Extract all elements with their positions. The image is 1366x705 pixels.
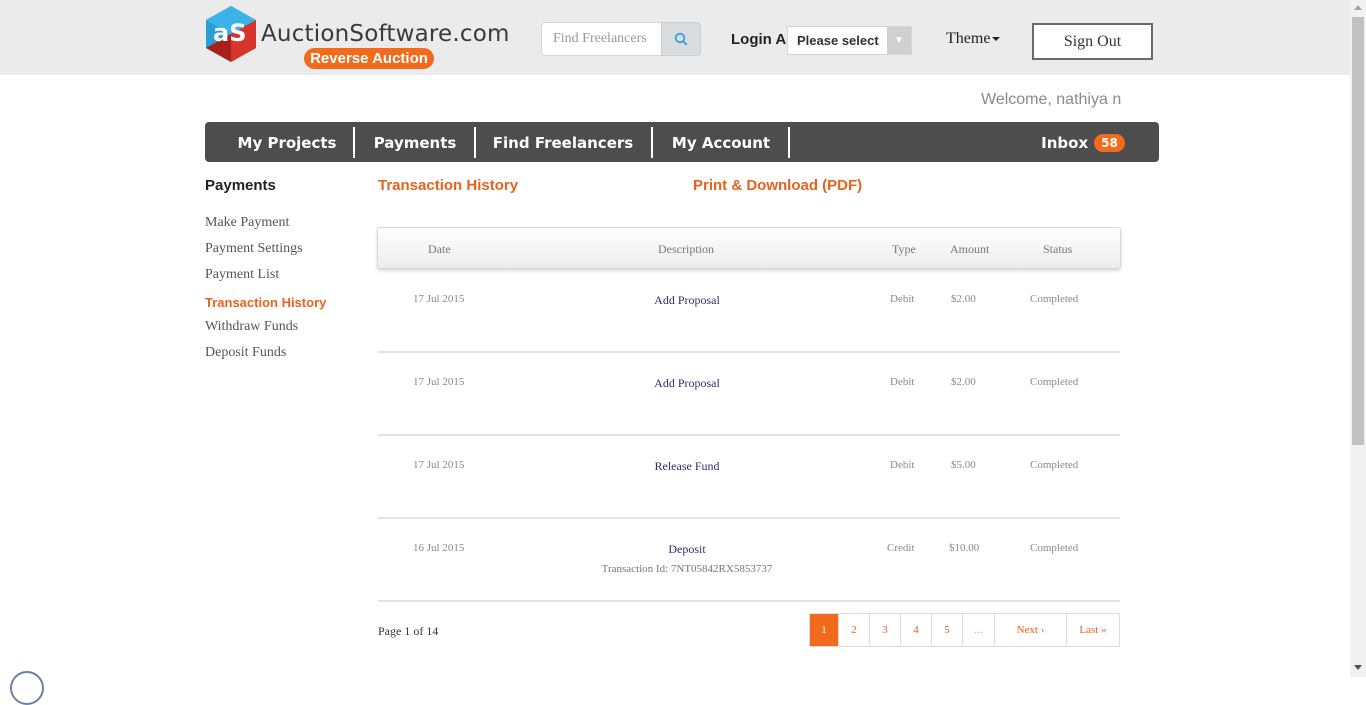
theme-label: Theme [946,30,991,47]
row-transaction-id: Transaction Id: 7NT05842RX5853737 [601,563,773,575]
column-header-date: Date [428,242,451,256]
row-type: Debit [890,459,915,471]
sidebar-title: Payments [205,177,276,194]
nav-divider [788,127,790,158]
row-status: Completed [1030,376,1079,388]
chat-widget-icon[interactable] [10,671,44,705]
column-header-amount: Amount [950,242,990,256]
scroll-down-arrow-icon[interactable] [1354,665,1362,670]
nav-inbox[interactable]: Inbox 58 [1033,122,1133,162]
logo-mark-icon: aS [206,6,256,62]
nav-my-projects[interactable]: My Projects [227,122,347,162]
table-row: 17 Jul 2015 Release Fund Debit $5.00 Com… [378,436,1120,519]
column-header-description: Description [658,242,714,256]
pagination: 1 2 3 4 5 ... Next › Last » [809,613,1120,647]
sidebar-item-transaction-history[interactable]: Transaction History [205,295,326,310]
logo-badge: Reverse Auction [304,48,434,69]
svg-text:aS: aS [213,19,246,47]
inbox-count-badge: 58 [1094,134,1125,152]
site-logo[interactable]: aS AuctionSoftware.com Reverse Auction [205,5,515,69]
row-amount: $2.00 [951,376,976,388]
chevron-down-icon: ▼ [887,27,911,54]
caret-down-icon [992,37,1001,42]
column-header-status: Status [1043,242,1073,256]
sign-out-button[interactable]: Sign Out [1032,23,1153,60]
row-status: Completed [1030,542,1079,554]
row-type: Debit [890,293,915,305]
next-page-button[interactable]: Next › [994,614,1066,646]
login-select-value: Please select [797,33,879,48]
search-button[interactable] [661,22,701,56]
sidebar-item-make-payment[interactable]: Make Payment [205,215,289,231]
search-input[interactable] [541,22,661,56]
scrollbar-thumb[interactable] [1352,17,1364,445]
page-info: Page 1 of 14 [378,624,439,638]
top-bar: aS AuctionSoftware.com Reverse Auction L… [0,0,1350,75]
page-1-button[interactable]: 1 [810,614,838,646]
table-row: 17 Jul 2015 Add Proposal Debit $2.00 Com… [378,353,1120,436]
vertical-scrollbar[interactable] [1350,0,1366,677]
row-amount: $5.00 [951,459,976,471]
pagination-ellipsis: ... [962,614,994,646]
sidebar-item-withdraw-funds[interactable]: Withdraw Funds [205,319,298,335]
row-amount: $2.00 [951,293,976,305]
logo-text: AuctionSoftware.com [261,21,510,47]
nav-find-freelancers[interactable]: Find Freelancers [487,122,639,162]
main-nav: My Projects Payments Find Freelancers My… [205,122,1159,162]
search-box [541,22,701,56]
login-as-label: Login As [731,31,795,48]
sidebar-item-payment-settings[interactable]: Payment Settings [205,241,303,257]
row-status: Completed [1030,459,1079,471]
nav-divider [474,127,476,158]
page-5-button[interactable]: 5 [931,614,962,646]
inbox-label: Inbox [1041,134,1089,152]
search-icon [674,32,688,46]
welcome-text: Welcome, nathiya n [981,91,1122,108]
nav-divider [651,127,653,158]
sidebar-item-deposit-funds[interactable]: Deposit Funds [205,345,286,361]
column-header-type: Type [892,242,916,256]
scroll-up-arrow-icon[interactable] [1354,5,1362,10]
row-type: Credit [887,542,915,554]
row-type: Debit [890,376,915,388]
print-download-pdf-link[interactable]: Print & Download (PDF) [693,177,862,194]
page-3-button[interactable]: 3 [869,614,900,646]
page-2-button[interactable]: 2 [838,614,869,646]
page-4-button[interactable]: 4 [900,614,931,646]
row-status: Completed [1030,293,1079,305]
table-header: Date Description Type Amount Status [377,227,1121,269]
nav-payments[interactable]: Payments [363,122,467,162]
sidebar-item-payment-list[interactable]: Payment List [205,267,279,283]
last-page-button[interactable]: Last » [1066,614,1119,646]
page-title: Transaction History [378,177,519,194]
nav-my-account[interactable]: My Account [663,122,779,162]
login-as-select[interactable]: Please select ▼ [787,26,912,55]
row-amount: $10.00 [949,542,980,554]
nav-divider [353,127,355,158]
theme-dropdown[interactable]: Theme [946,30,1001,48]
table-row: 17 Jul 2015 Add Proposal Debit $2.00 Com… [378,270,1120,353]
table-row: 16 Jul 2015 Deposit Transaction Id: 7NT0… [378,519,1120,602]
